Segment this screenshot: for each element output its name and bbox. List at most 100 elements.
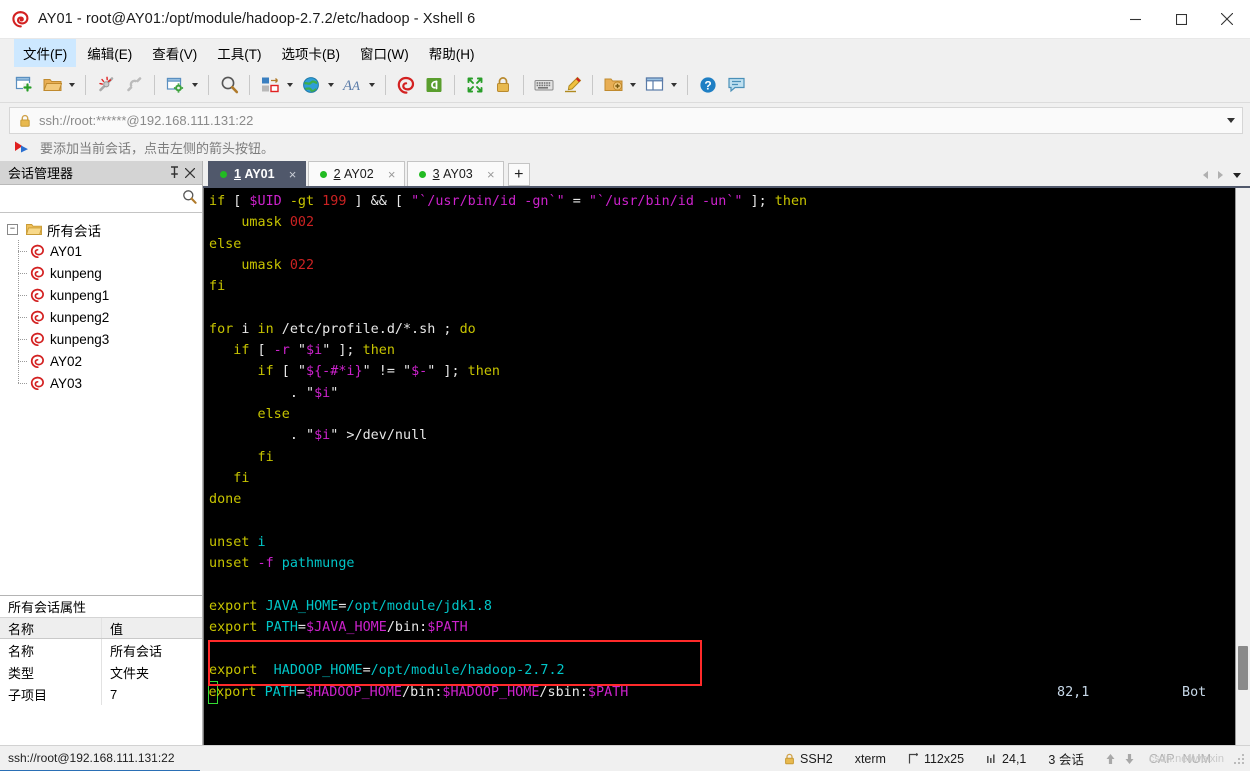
terminal-text: unset (209, 534, 258, 550)
terminal-text: HADOOP_HOME (273, 662, 363, 678)
terminal-text: else (209, 236, 242, 252)
help-icon[interactable]: ? (695, 72, 721, 98)
menu-window[interactable]: 窗口(W) (351, 39, 418, 67)
layout-icon[interactable] (257, 72, 283, 98)
table-row[interactable]: 子项目 7 (0, 683, 202, 705)
menu-help[interactable]: 帮助(H) (420, 39, 484, 67)
lock-icon[interactable] (490, 72, 516, 98)
session-item-kunpeng2[interactable]: kunpeng2 (0, 306, 202, 328)
menu-view[interactable]: 查看(V) (143, 39, 206, 67)
font-dropdown-caret[interactable] (366, 72, 377, 98)
chevron-down-icon[interactable] (1222, 108, 1240, 133)
terminal-text: PATH (265, 619, 298, 635)
session-manager-panel: 会话管理器 − 所有会话 AY01 kunpeng kunpeng1 kunpe… (0, 161, 203, 745)
status-cursor-label: 24,1 (1002, 751, 1027, 766)
session-item-ay02[interactable]: AY02 (0, 350, 202, 372)
properties-dropdown-caret[interactable] (189, 72, 200, 98)
xshell-icon[interactable] (393, 72, 419, 98)
property-value: 文件夹 (110, 665, 150, 681)
terminal-output[interactable]: if [ $UID -gt 199 ] && [ "`/usr/bin/id -… (204, 188, 1235, 745)
open-dropdown-caret[interactable] (66, 72, 77, 98)
tab-ay03[interactable]: 3 AY03 × (406, 161, 504, 186)
new-folder-dropdown-caret[interactable] (627, 72, 638, 98)
chat-icon[interactable] (723, 72, 749, 98)
fullscreen-icon[interactable] (462, 72, 488, 98)
session-item-kunpeng3[interactable]: kunpeng3 (0, 328, 202, 350)
session-label: kunpeng1 (50, 287, 110, 303)
terminal-scrollbar[interactable] (1235, 188, 1250, 745)
disconnect-icon[interactable] (93, 72, 119, 98)
tab-index: 3 (432, 167, 440, 181)
tree-root-all-sessions[interactable]: − 所有会话 (0, 219, 202, 240)
new-folder-icon[interactable] (600, 72, 626, 98)
close-icon[interactable] (182, 164, 198, 182)
table-row[interactable]: 名称 所有会话 (0, 639, 202, 661)
keyboard-icon[interactable] (531, 72, 557, 98)
close-button[interactable] (1204, 0, 1250, 39)
terminal-text: $- (411, 364, 428, 380)
session-item-ay03[interactable]: AY03 (0, 372, 202, 394)
terminal-line: fi (209, 468, 1235, 489)
toolbar-separator (154, 74, 155, 95)
maximize-button[interactable] (1158, 0, 1204, 39)
toolbar-separator (454, 74, 455, 95)
tab-close-icon[interactable]: × (485, 167, 497, 182)
terminal-text: else (209, 406, 290, 422)
chevron-right-icon[interactable] (1213, 164, 1228, 186)
xftp-icon[interactable] (421, 72, 447, 98)
toolbar-separator (208, 74, 209, 95)
properties-header-name: 名称 (0, 618, 102, 638)
status-size-label: 112x25 (923, 751, 965, 766)
terminal-text: if (209, 194, 234, 209)
tree-root-label: 所有会话 (47, 223, 101, 239)
search-icon[interactable] (182, 189, 197, 209)
minimize-button[interactable] (1112, 0, 1158, 39)
new-tab-button[interactable]: + (507, 163, 530, 186)
split-dropdown-caret[interactable] (668, 72, 679, 98)
terminal-text: $JAVA_HOME (306, 619, 387, 635)
terminal-text: for (209, 321, 242, 337)
resize-grip[interactable] (1233, 751, 1247, 766)
main-area: 1 AY01 × 2 AY02 × 3 AY03 × + if [$UID -… (203, 161, 1250, 745)
session-item-kunpeng1[interactable]: kunpeng1 (0, 284, 202, 306)
tab-close-icon[interactable]: × (386, 167, 398, 182)
chevron-left-icon[interactable] (1198, 164, 1213, 186)
tab-close-icon[interactable]: × (287, 167, 299, 182)
menu-tools[interactable]: 工具(T) (208, 39, 270, 67)
find-icon[interactable] (216, 72, 242, 98)
session-properties-icon[interactable] (162, 72, 188, 98)
status-protocol: SSH2 (773, 746, 844, 771)
pin-icon[interactable] (166, 164, 182, 182)
terminal-text: fi (209, 470, 250, 486)
menu-edit[interactable]: 编辑(E) (78, 39, 141, 67)
session-item-kunpeng[interactable]: kunpeng (0, 262, 202, 284)
session-icon (30, 354, 45, 368)
address-bar[interactable]: ssh://root:******@192.168.111.131:22 (9, 107, 1243, 134)
tab-ay01[interactable]: 1 AY01 × (208, 161, 306, 186)
globe-dropdown-caret[interactable] (325, 72, 336, 98)
scrollbar-thumb[interactable] (1238, 646, 1248, 690)
reconnect-icon[interactable] (121, 72, 147, 98)
new-session-icon[interactable] (11, 72, 37, 98)
menu-tabs[interactable]: 选项卡(B) (273, 39, 350, 67)
session-item-ay01[interactable]: AY01 (0, 240, 202, 262)
split-view-icon[interactable] (641, 72, 667, 98)
tab-ay02[interactable]: 2 AY02 × (307, 161, 405, 186)
font-icon[interactable]: A A (339, 72, 365, 98)
layout-dropdown-caret[interactable] (284, 72, 295, 98)
terminal-text: $i (314, 385, 331, 401)
property-value: 所有会话 (110, 643, 163, 659)
menu-file[interactable]: 文件(F) (14, 39, 77, 67)
address-input[interactable]: ssh://root:******@192.168.111.131:22 (39, 113, 1222, 128)
chevron-down-icon[interactable] (1228, 164, 1246, 186)
open-folder-icon[interactable] (39, 72, 65, 98)
terminal-line: if [ $UID -gt 199 ] && [ "`/usr/bin/id -… (209, 191, 1235, 212)
collapse-icon[interactable]: − (7, 224, 18, 235)
session-search-box[interactable] (0, 185, 202, 213)
table-row[interactable]: 类型 文件夹 (0, 661, 202, 683)
globe-icon[interactable] (298, 72, 324, 98)
terminal-text: fi (209, 449, 274, 465)
search-input[interactable] (6, 191, 182, 206)
highlight-pen-icon[interactable] (559, 72, 585, 98)
